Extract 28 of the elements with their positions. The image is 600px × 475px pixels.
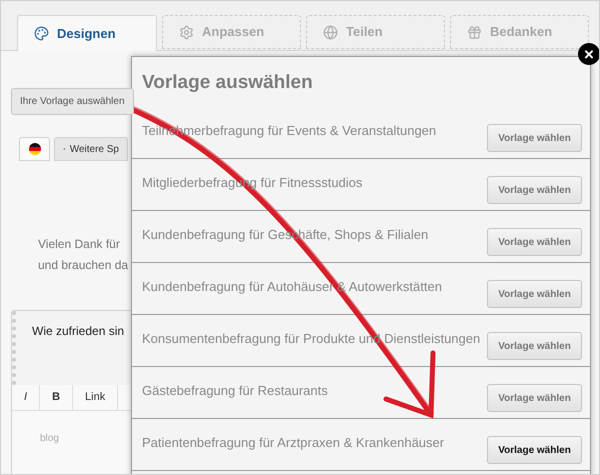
tab[interactable]: Anpassen	[162, 15, 301, 49]
tab[interactable]: Teilen	[306, 15, 445, 49]
template-button[interactable]: Ihre Vorlage auswählen	[11, 88, 134, 115]
globe-icon	[323, 24, 338, 40]
language-tab[interactable]: Weitere Sp	[54, 137, 128, 161]
choose-template-button[interactable]: Vorlage wählen	[487, 436, 582, 464]
choose-template-button[interactable]: Vorlage wählen	[487, 228, 582, 256]
intro-text: Vielen Dank für	[38, 236, 120, 253]
choose-template-button[interactable]: Vorlage wählen	[487, 280, 582, 308]
language-tab[interactable]	[19, 137, 50, 161]
flag-icon	[28, 143, 40, 155]
choose-template-button[interactable]: Vorlage wählen	[487, 384, 582, 412]
template-name: Gästebefragung für Restaurants	[142, 382, 328, 400]
tab[interactable]: Designen	[17, 15, 157, 51]
toolbar-button[interactable]: I	[12, 385, 40, 410]
gear-icon	[179, 24, 194, 40]
toolbar-button[interactable]: Link	[73, 385, 118, 410]
choose-template-button[interactable]: Vorlage wählen	[487, 332, 582, 360]
choose-template-button[interactable]: Vorlage wählen	[487, 124, 582, 152]
gift-icon	[467, 24, 482, 40]
choose-template-button[interactable]: Vorlage wählen	[487, 176, 582, 204]
dialog-title: Vorlage auswählen	[141, 71, 314, 95]
template-name: Patientenbefragung für Arztpraxen & Krankenhäuser	[142, 434, 444, 452]
editor-field[interactable]: blog	[12, 411, 132, 474]
toolbar-button[interactable]: B	[40, 385, 74, 410]
intro-text: und brauchen da	[38, 257, 128, 274]
palette-icon	[34, 26, 49, 41]
question-text: Wie zufrieden sin	[32, 324, 124, 338]
